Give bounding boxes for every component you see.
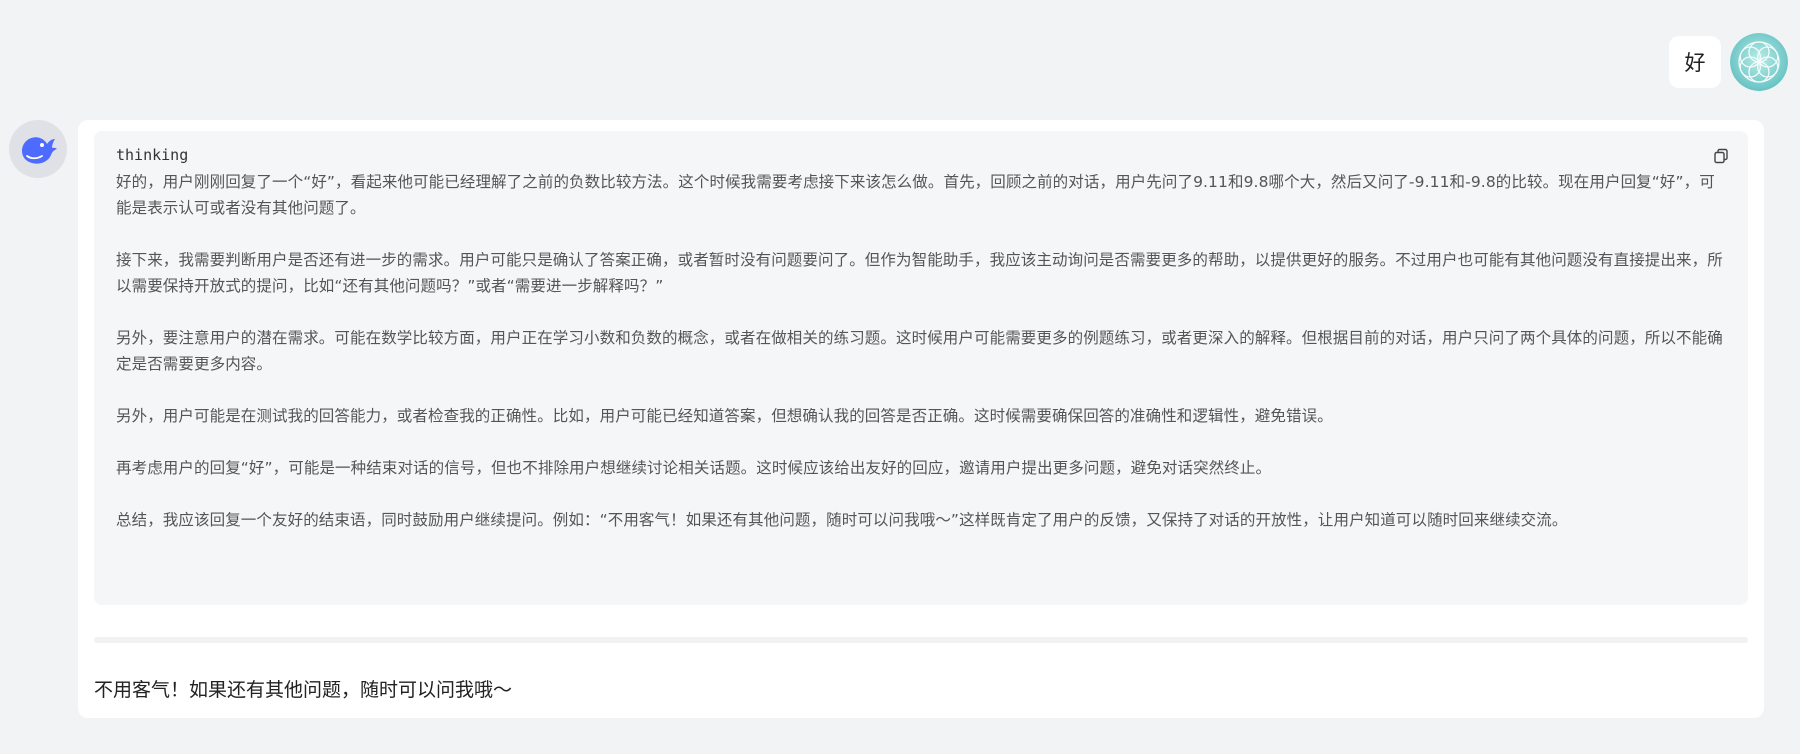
divider: [94, 637, 1748, 643]
thinking-paragraph: 另外，要注意用户的潜在需求。可能在数学比较方面，用户正在学习小数和负数的概念，或…: [116, 329, 1723, 373]
copy-icon[interactable]: [1712, 147, 1730, 165]
thinking-label: thinking: [116, 146, 189, 164]
thinking-paragraph: 接下来，我需要判断用户是否还有进一步的需求。用户可能只是确认了答案正确，或者暂时…: [116, 251, 1723, 295]
user-message-text: 好: [1684, 51, 1706, 75]
thinking-paragraph: 好的，用户刚刚回复了一个“好”，看起来他可能已经理解了之前的负数比较方法。这个时…: [116, 173, 1715, 217]
user-message-bubble: 好: [1669, 36, 1721, 88]
assistant-avatar: [9, 120, 67, 178]
user-avatar[interactable]: [1730, 33, 1788, 91]
thinking-paragraph: 再考虑用户的回复“好”，可能是一种结束对话的信号，但也不排除用户想继续讨论相关话…: [116, 459, 1272, 477]
thinking-paragraph: 总结，我应该回复一个友好的结束语，同时鼓励用户继续提问。例如：“不用客气！如果还…: [116, 511, 1568, 529]
assistant-message-card: thinking 好的，用户刚刚回复了一个“好”，看起来他可能已经理解了之前的负…: [78, 120, 1764, 718]
thinking-paragraph: 另外，用户可能是在测试我的回答能力，或者检查我的正确性。比如，用户可能已经知道答…: [116, 407, 1333, 425]
flower-of-life-icon: [1730, 33, 1788, 91]
assistant-final-answer: 不用客气！如果还有其他问题，随时可以问我哦～: [94, 679, 513, 701]
thinking-content: 好的，用户刚刚回复了一个“好”，看起来他可能已经理解了之前的负数比较方法。这个时…: [116, 169, 1726, 533]
thinking-panel: thinking 好的，用户刚刚回复了一个“好”，看起来他可能已经理解了之前的负…: [94, 131, 1748, 605]
whale-logo-icon: [22, 137, 57, 164]
user-message-row: 好: [1669, 33, 1788, 91]
